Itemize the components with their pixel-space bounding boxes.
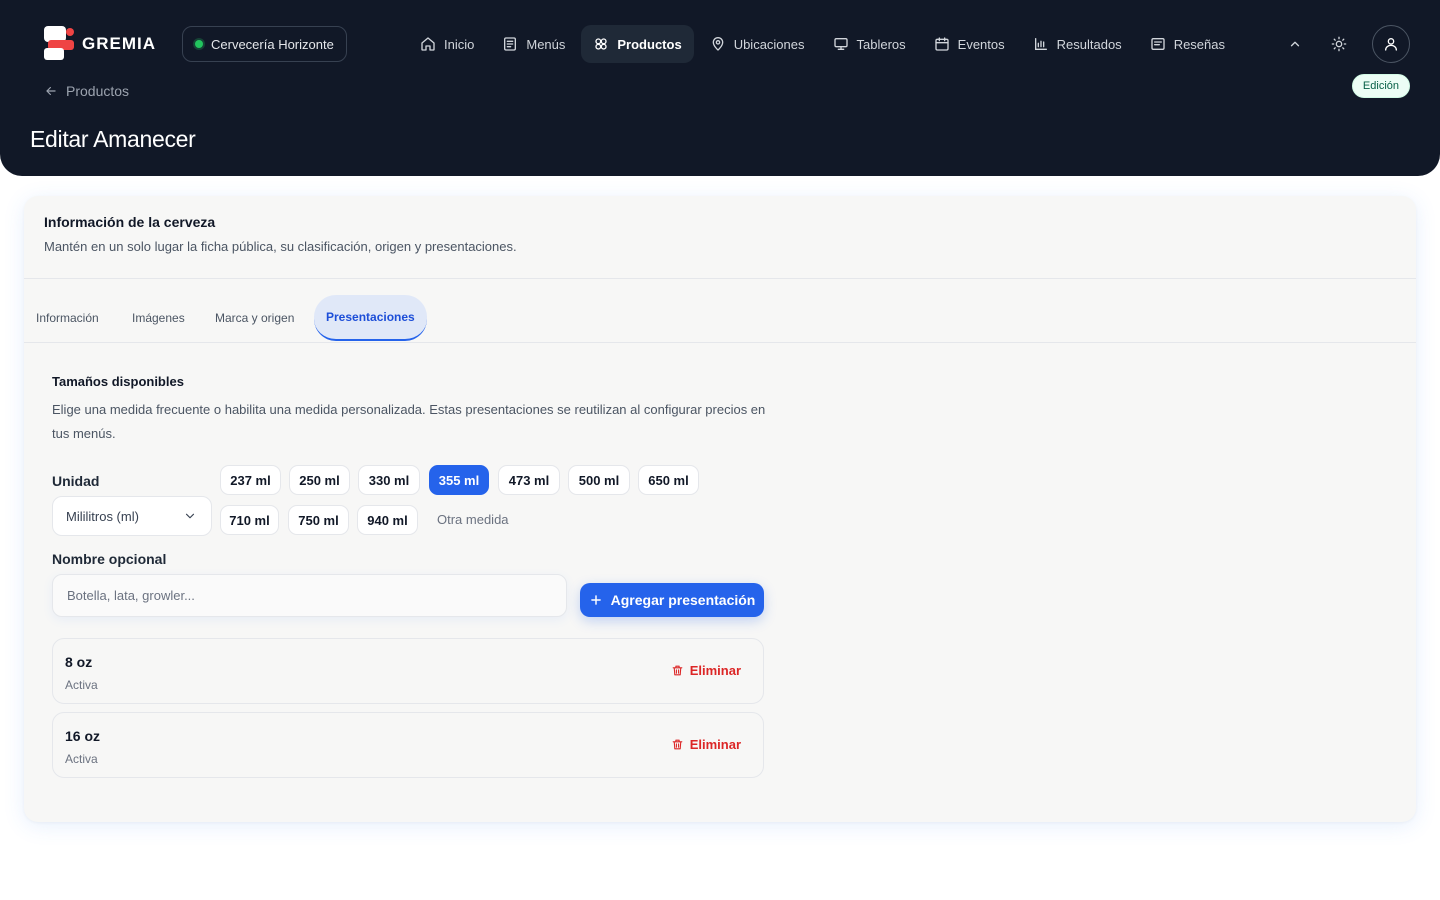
home-icon <box>421 37 435 51</box>
page-title: Editar Amanecer <box>30 126 196 152</box>
trash-icon <box>672 739 683 750</box>
presentation-item: 16 oz Activa Eliminar <box>52 712 764 778</box>
presentation-status: Activa <box>65 678 98 692</box>
delete-presentation-button[interactable]: Eliminar <box>671 663 741 678</box>
location-pin-icon <box>712 37 724 51</box>
size-chip-500[interactable]: 500 ml <box>568 465 630 495</box>
organization-name: Cervecería Horizonte <box>211 36 334 52</box>
organization-selector[interactable]: Cervecería Horizonte <box>182 26 347 62</box>
user-icon <box>1385 38 1397 51</box>
brand-name: GREMIA <box>82 34 156 53</box>
nav-item-inicio[interactable]: Inicio <box>408 25 486 63</box>
chevron-down-icon <box>185 513 195 519</box>
brand-logo[interactable]: GREMIA <box>44 26 156 62</box>
other-size-option[interactable]: Otra medida <box>437 512 509 527</box>
arrow-left-icon <box>46 86 56 96</box>
size-chip-237[interactable]: 237 ml <box>220 465 281 495</box>
size-chip-355[interactable]: 355 ml <box>429 465 489 495</box>
review-icon <box>1151 38 1165 50</box>
unit-label: Unidad <box>52 473 100 489</box>
nav-label: Eventos <box>957 36 1005 52</box>
user-avatar[interactable] <box>1372 25 1410 63</box>
add-presentation-label: Agregar presentación <box>610 592 756 608</box>
size-chip-330[interactable]: 330 ml <box>358 465 420 495</box>
nav-label: Menús <box>526 36 566 52</box>
size-chip-750[interactable]: 750 ml <box>288 505 349 535</box>
section-title: Tamaños disponibles <box>52 374 184 389</box>
mode-badge: Edición <box>1351 74 1410 98</box>
size-chip-710[interactable]: 710 ml <box>220 505 279 535</box>
status-dot-icon <box>195 40 203 48</box>
card-title: Información de la cerveza <box>44 214 216 230</box>
delete-label: Eliminar <box>689 663 741 678</box>
card-subtitle: Mantén en un solo lugar la ficha pública… <box>44 239 517 254</box>
card-header: Información de la cerveza Mantén en un s… <box>24 196 1416 279</box>
beer-info-card: Información de la cerveza Mantén en un s… <box>24 196 1416 822</box>
nav-label: Inicio <box>444 36 475 52</box>
tab-bar: Información Imágenes Marca y origen Pres… <box>24 295 1416 343</box>
delete-presentation-button[interactable]: Eliminar <box>671 737 741 752</box>
products-icon <box>595 38 608 50</box>
nav-item-eventos[interactable]: Eventos <box>922 25 1017 63</box>
size-chip-250[interactable]: 250 ml <box>289 465 350 495</box>
nav-item-menus[interactable]: Menús <box>490 25 577 63</box>
sizes-section: Tamaños disponibles Elige una medida fre… <box>52 374 772 446</box>
nav-item-resultados[interactable]: Resultados <box>1021 25 1134 63</box>
presentation-name: 16 oz <box>65 728 101 744</box>
monitor-icon <box>833 38 848 50</box>
nav-item-resenas[interactable]: Reseñas <box>1138 25 1237 63</box>
presentation-status: Activa <box>65 752 98 766</box>
plus-icon <box>590 595 601 605</box>
add-presentation-button[interactable]: Agregar presentación <box>580 583 764 617</box>
nav-item-tableros[interactable]: Tableros <box>821 25 918 63</box>
breadcrumb[interactable]: Productos <box>44 83 129 99</box>
breadcrumb-back-label: Productos <box>66 83 130 99</box>
optional-name-input[interactable] <box>52 574 567 617</box>
sun-theme-icon[interactable] <box>1328 33 1350 55</box>
nav-item-ubicaciones[interactable]: Ubicaciones <box>698 25 817 63</box>
nav-label: Productos <box>617 36 682 52</box>
nav-label: Resultados <box>1056 36 1122 52</box>
optional-name-label: Nombre opcional <box>52 551 167 567</box>
gremia-logo-icon <box>44 26 76 62</box>
nav-label: Ubicaciones <box>733 36 805 52</box>
delete-label: Eliminar <box>689 737 741 752</box>
nav-label: Tableros <box>856 36 906 52</box>
trash-icon <box>672 665 683 676</box>
bar-chart-icon <box>1034 38 1047 50</box>
tab-presentaciones[interactable]: Presentaciones <box>314 295 427 341</box>
tab-informacion[interactable]: Información <box>36 295 99 341</box>
chevron-up-icon[interactable] <box>1284 33 1306 55</box>
nav-item-productos[interactable]: Productos <box>581 25 694 63</box>
tab-imagenes[interactable]: Imágenes <box>132 295 185 341</box>
header-tools <box>1284 25 1410 63</box>
size-chip-650[interactable]: 650 ml <box>638 465 699 495</box>
menu-list-icon <box>504 37 517 51</box>
main-nav: Inicio Menús Productos Ubicaciones Table… <box>408 25 1237 63</box>
presentation-item: 8 oz Activa Eliminar <box>52 638 764 704</box>
presentation-name: 8 oz <box>65 654 93 670</box>
calendar-icon <box>934 37 949 51</box>
nav-label: Reseñas <box>1173 36 1225 52</box>
tab-marca-origen[interactable]: Marca y origen <box>215 295 294 341</box>
top-navigation-bar: GREMIA Cervecería Horizonte Inicio Menús… <box>0 0 1440 176</box>
section-description: Elige una medida frecuente o habilita un… <box>52 402 766 441</box>
unit-select[interactable]: Mililitros (ml) <box>52 496 212 536</box>
size-chip-940[interactable]: 940 ml <box>357 505 418 535</box>
size-chip-473[interactable]: 473 ml <box>498 465 560 495</box>
unit-select-value: Mililitros (ml) <box>66 508 139 524</box>
